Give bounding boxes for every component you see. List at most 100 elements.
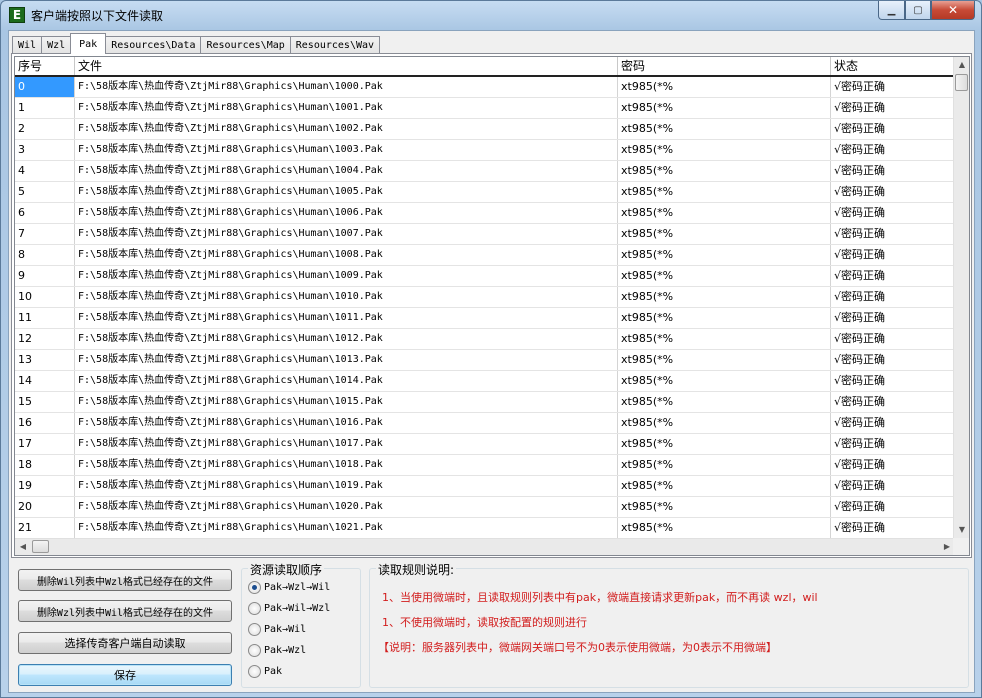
- cell-status[interactable]: √密码正确: [831, 497, 955, 517]
- cell-status[interactable]: √密码正确: [831, 434, 955, 454]
- cell-index[interactable]: 19: [15, 476, 75, 496]
- cell-index[interactable]: 9: [15, 266, 75, 286]
- table-row[interactable]: 1 F:\58版本库\热血传奇\ZtjMir88\Graphics\Human\1…: [15, 98, 955, 119]
- cell-password[interactable]: xt985(*%: [618, 182, 831, 202]
- cell-password[interactable]: xt985(*%: [618, 497, 831, 517]
- cell-file[interactable]: F:\58版本库\热血传奇\ZtjMir88\Graphics\Human\10…: [75, 518, 618, 538]
- tab-pak[interactable]: Pak: [70, 33, 107, 54]
- cell-index[interactable]: 11: [15, 308, 75, 328]
- cell-file[interactable]: F:\58版本库\热血传奇\ZtjMir88\Graphics\Human\10…: [75, 497, 618, 517]
- cell-file[interactable]: F:\58版本库\热血传奇\ZtjMir88\Graphics\Human\10…: [75, 455, 618, 475]
- cell-index[interactable]: 6: [15, 203, 75, 223]
- table-row[interactable]: 11 F:\58版本库\热血传奇\ZtjMir88\Graphics\Human\…: [15, 308, 955, 329]
- cell-status[interactable]: √密码正确: [831, 224, 955, 244]
- cell-status[interactable]: √密码正确: [831, 413, 955, 433]
- cell-password[interactable]: xt985(*%: [618, 161, 831, 181]
- cell-index[interactable]: 18: [15, 455, 75, 475]
- cell-status[interactable]: √密码正确: [831, 203, 955, 223]
- cell-file[interactable]: F:\58版本库\热血传奇\ZtjMir88\Graphics\Human\10…: [75, 392, 618, 412]
- minimize-button[interactable]: ▁: [878, 1, 905, 20]
- cell-index[interactable]: 3: [15, 140, 75, 160]
- table-row[interactable]: 4 F:\58版本库\热血传奇\ZtjMir88\Graphics\Human\1…: [15, 161, 955, 182]
- cell-index[interactable]: 21: [15, 518, 75, 538]
- table-row[interactable]: 14 F:\58版本库\热血传奇\ZtjMir88\Graphics\Human\…: [15, 371, 955, 392]
- cell-index[interactable]: 12: [15, 329, 75, 349]
- table-row[interactable]: 13 F:\58版本库\热血传奇\ZtjMir88\Graphics\Human\…: [15, 350, 955, 371]
- cell-password[interactable]: xt985(*%: [618, 140, 831, 160]
- cell-status[interactable]: √密码正确: [831, 119, 955, 139]
- table-row[interactable]: 20 F:\58版本库\热血传奇\ZtjMir88\Graphics\Human\…: [15, 497, 955, 518]
- table-row[interactable]: 2 F:\58版本库\热血传奇\ZtjMir88\Graphics\Human\1…: [15, 119, 955, 140]
- column-header-password[interactable]: 密码: [618, 57, 831, 75]
- cell-index[interactable]: 4: [15, 161, 75, 181]
- tab-resources-data[interactable]: Resources\Data: [105, 36, 202, 54]
- table-row[interactable]: 15 F:\58版本库\热血传奇\ZtjMir88\Graphics\Human\…: [15, 392, 955, 413]
- cell-index[interactable]: 1: [15, 98, 75, 118]
- cell-file[interactable]: F:\58版本库\热血传奇\ZtjMir88\Graphics\Human\10…: [75, 161, 618, 181]
- cell-password[interactable]: xt985(*%: [618, 245, 831, 265]
- cell-index[interactable]: 0: [15, 77, 75, 97]
- cell-status[interactable]: √密码正确: [831, 245, 955, 265]
- cell-password[interactable]: xt985(*%: [618, 434, 831, 454]
- cell-password[interactable]: xt985(*%: [618, 98, 831, 118]
- cell-password[interactable]: xt985(*%: [618, 119, 831, 139]
- cell-index[interactable]: 8: [15, 245, 75, 265]
- radio-pak-wil[interactable]: Pak→Wil: [248, 623, 306, 636]
- cell-file[interactable]: F:\58版本库\热血传奇\ZtjMir88\Graphics\Human\10…: [75, 98, 618, 118]
- cell-index[interactable]: 10: [15, 287, 75, 307]
- cell-file[interactable]: F:\58版本库\热血传奇\ZtjMir88\Graphics\Human\10…: [75, 434, 618, 454]
- cell-file[interactable]: F:\58版本库\热血传奇\ZtjMir88\Graphics\Human\10…: [75, 203, 618, 223]
- cell-file[interactable]: F:\58版本库\热血传奇\ZtjMir88\Graphics\Human\10…: [75, 245, 618, 265]
- table-row[interactable]: 3 F:\58版本库\热血传奇\ZtjMir88\Graphics\Human\1…: [15, 140, 955, 161]
- cell-status[interactable]: √密码正确: [831, 287, 955, 307]
- table-row[interactable]: 12 F:\58版本库\热血传奇\ZtjMir88\Graphics\Human\…: [15, 329, 955, 350]
- cell-file[interactable]: F:\58版本库\热血传奇\ZtjMir88\Graphics\Human\10…: [75, 476, 618, 496]
- cell-status[interactable]: √密码正确: [831, 518, 955, 538]
- cell-file[interactable]: F:\58版本库\热血传奇\ZtjMir88\Graphics\Human\10…: [75, 77, 618, 97]
- radio-pak[interactable]: Pak: [248, 665, 282, 678]
- table-row[interactable]: 16 F:\58版本库\热血传奇\ZtjMir88\Graphics\Human\…: [15, 413, 955, 434]
- vertical-scrollbar[interactable]: ▲ ▼: [953, 57, 969, 538]
- cell-status[interactable]: √密码正确: [831, 98, 955, 118]
- column-header-index[interactable]: 序号: [15, 57, 75, 75]
- radio-pak-wzl-wil[interactable]: Pak→Wzl→Wil: [248, 581, 330, 594]
- cell-password[interactable]: xt985(*%: [618, 308, 831, 328]
- auto-read-client-button[interactable]: 选择传奇客户端自动读取: [18, 632, 232, 654]
- cell-file[interactable]: F:\58版本库\热血传奇\ZtjMir88\Graphics\Human\10…: [75, 308, 618, 328]
- tab-resources-wav[interactable]: Resources\Wav: [289, 36, 381, 54]
- table-row[interactable]: 7 F:\58版本库\热血传奇\ZtjMir88\Graphics\Human\1…: [15, 224, 955, 245]
- cell-status[interactable]: √密码正确: [831, 161, 955, 181]
- cell-index[interactable]: 17: [15, 434, 75, 454]
- column-header-file[interactable]: 文件: [75, 57, 618, 75]
- cell-file[interactable]: F:\58版本库\热血传奇\ZtjMir88\Graphics\Human\10…: [75, 413, 618, 433]
- cell-index[interactable]: 13: [15, 350, 75, 370]
- cell-password[interactable]: xt985(*%: [618, 266, 831, 286]
- cell-password[interactable]: xt985(*%: [618, 476, 831, 496]
- cell-status[interactable]: √密码正确: [831, 392, 955, 412]
- cell-password[interactable]: xt985(*%: [618, 518, 831, 538]
- horizontal-scrollbar[interactable]: ◀ ▶: [15, 538, 955, 555]
- cell-index[interactable]: 14: [15, 371, 75, 391]
- close-button[interactable]: ✕: [931, 1, 975, 20]
- cell-file[interactable]: F:\58版本库\热血传奇\ZtjMir88\Graphics\Human\10…: [75, 224, 618, 244]
- cell-status[interactable]: √密码正确: [831, 371, 955, 391]
- cell-password[interactable]: xt985(*%: [618, 203, 831, 223]
- cell-status[interactable]: √密码正确: [831, 476, 955, 496]
- cell-file[interactable]: F:\58版本库\热血传奇\ZtjMir88\Graphics\Human\10…: [75, 350, 618, 370]
- delete-wzl-duplicates-button[interactable]: 删除Wzl列表中Wil格式已经存在的文件: [18, 600, 232, 622]
- cell-status[interactable]: √密码正确: [831, 77, 955, 97]
- cell-index[interactable]: 2: [15, 119, 75, 139]
- table-row[interactable]: 6 F:\58版本库\热血传奇\ZtjMir88\Graphics\Human\1…: [15, 203, 955, 224]
- table-row[interactable]: 10 F:\58版本库\热血传奇\ZtjMir88\Graphics\Human\…: [15, 287, 955, 308]
- cell-password[interactable]: xt985(*%: [618, 287, 831, 307]
- cell-password[interactable]: xt985(*%: [618, 392, 831, 412]
- table-row[interactable]: 5 F:\58版本库\热血传奇\ZtjMir88\Graphics\Human\1…: [15, 182, 955, 203]
- cell-status[interactable]: √密码正确: [831, 455, 955, 475]
- table-row[interactable]: 17 F:\58版本库\热血传奇\ZtjMir88\Graphics\Human\…: [15, 434, 955, 455]
- cell-status[interactable]: √密码正确: [831, 140, 955, 160]
- cell-password[interactable]: xt985(*%: [618, 329, 831, 349]
- tab-resources-map[interactable]: Resources\Map: [200, 36, 291, 54]
- save-button[interactable]: 保存: [18, 664, 232, 686]
- cell-password[interactable]: xt985(*%: [618, 413, 831, 433]
- cell-file[interactable]: F:\58版本库\热血传奇\ZtjMir88\Graphics\Human\10…: [75, 371, 618, 391]
